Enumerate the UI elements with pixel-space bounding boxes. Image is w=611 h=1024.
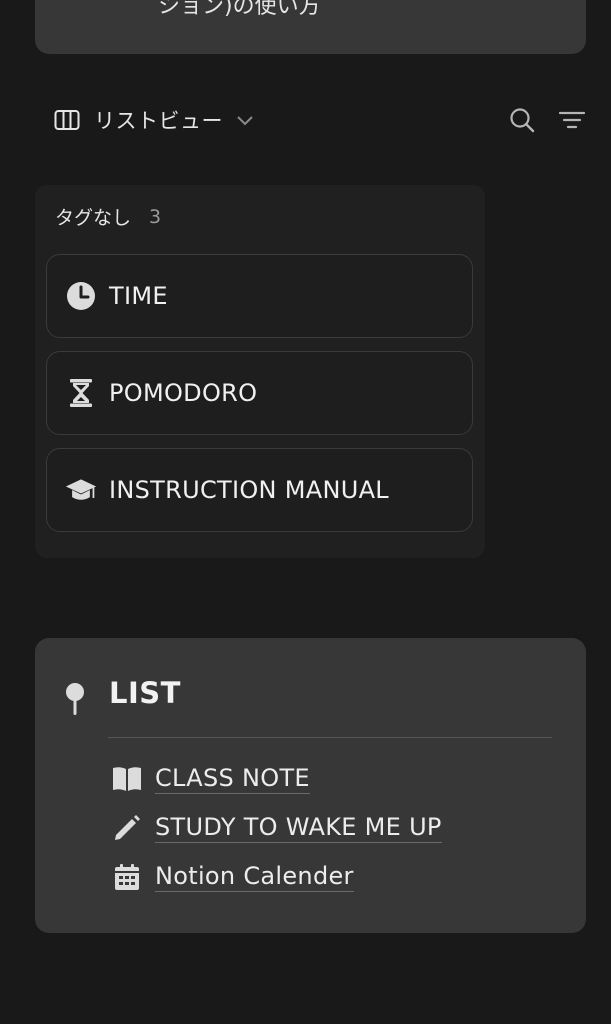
callout-block-list[interactable]: LIST CLASS NOTE STUDY TO WAKE ME UP Noti… (35, 638, 586, 933)
group-header: タグなし 3 (55, 203, 161, 230)
card-title: POMODORO (109, 379, 258, 407)
group-name: タグなし (55, 207, 132, 229)
card-instruction-manual[interactable]: INSTRUCTION MANUAL (46, 448, 473, 532)
card-title: INSTRUCTION MANUAL (109, 476, 389, 504)
link-study-to-wake-me-up[interactable]: STUDY TO WAKE ME UP (111, 813, 442, 843)
board-group-no-tag: タグなし 3 TIME POMODORO INSTRUCTION MANUAL (35, 185, 485, 558)
view-name: リストビュー (94, 109, 223, 133)
link-label[interactable]: Notion Calender (155, 862, 354, 892)
pin-icon (66, 683, 84, 715)
card-time[interactable]: TIME (46, 254, 473, 338)
board-view-icon (54, 110, 80, 130)
book-icon (111, 764, 143, 794)
filter-icon[interactable] (558, 106, 586, 134)
callout-block-top[interactable]: ション)の使い方 (35, 0, 586, 54)
view-switcher[interactable]: リストビュー (54, 105, 255, 135)
page: ション)の使い方 リストビュー タグなし 3 TIME POMODORO INS… (0, 0, 611, 1024)
group-count: 3 (149, 205, 162, 228)
chevron-down-icon (237, 116, 253, 126)
link-label[interactable]: STUDY TO WAKE ME UP (155, 813, 442, 843)
clock-icon (65, 280, 97, 312)
calendar-icon (111, 862, 143, 892)
card-title: TIME (109, 282, 168, 310)
search-icon[interactable] (508, 106, 536, 134)
database-view-bar: リストビュー (54, 104, 586, 136)
graduation-cap-icon (65, 474, 97, 506)
link-notion-calender[interactable]: Notion Calender (111, 862, 354, 892)
pencil-icon (111, 813, 143, 843)
link-class-note[interactable]: CLASS NOTE (111, 764, 310, 794)
divider (108, 737, 552, 738)
link-label[interactable]: CLASS NOTE (155, 764, 310, 794)
list-title: LIST (109, 676, 181, 710)
hourglass-icon (65, 377, 97, 409)
callout-text[interactable]: ション)の使い方 (158, 0, 321, 20)
card-pomodoro[interactable]: POMODORO (46, 351, 473, 435)
